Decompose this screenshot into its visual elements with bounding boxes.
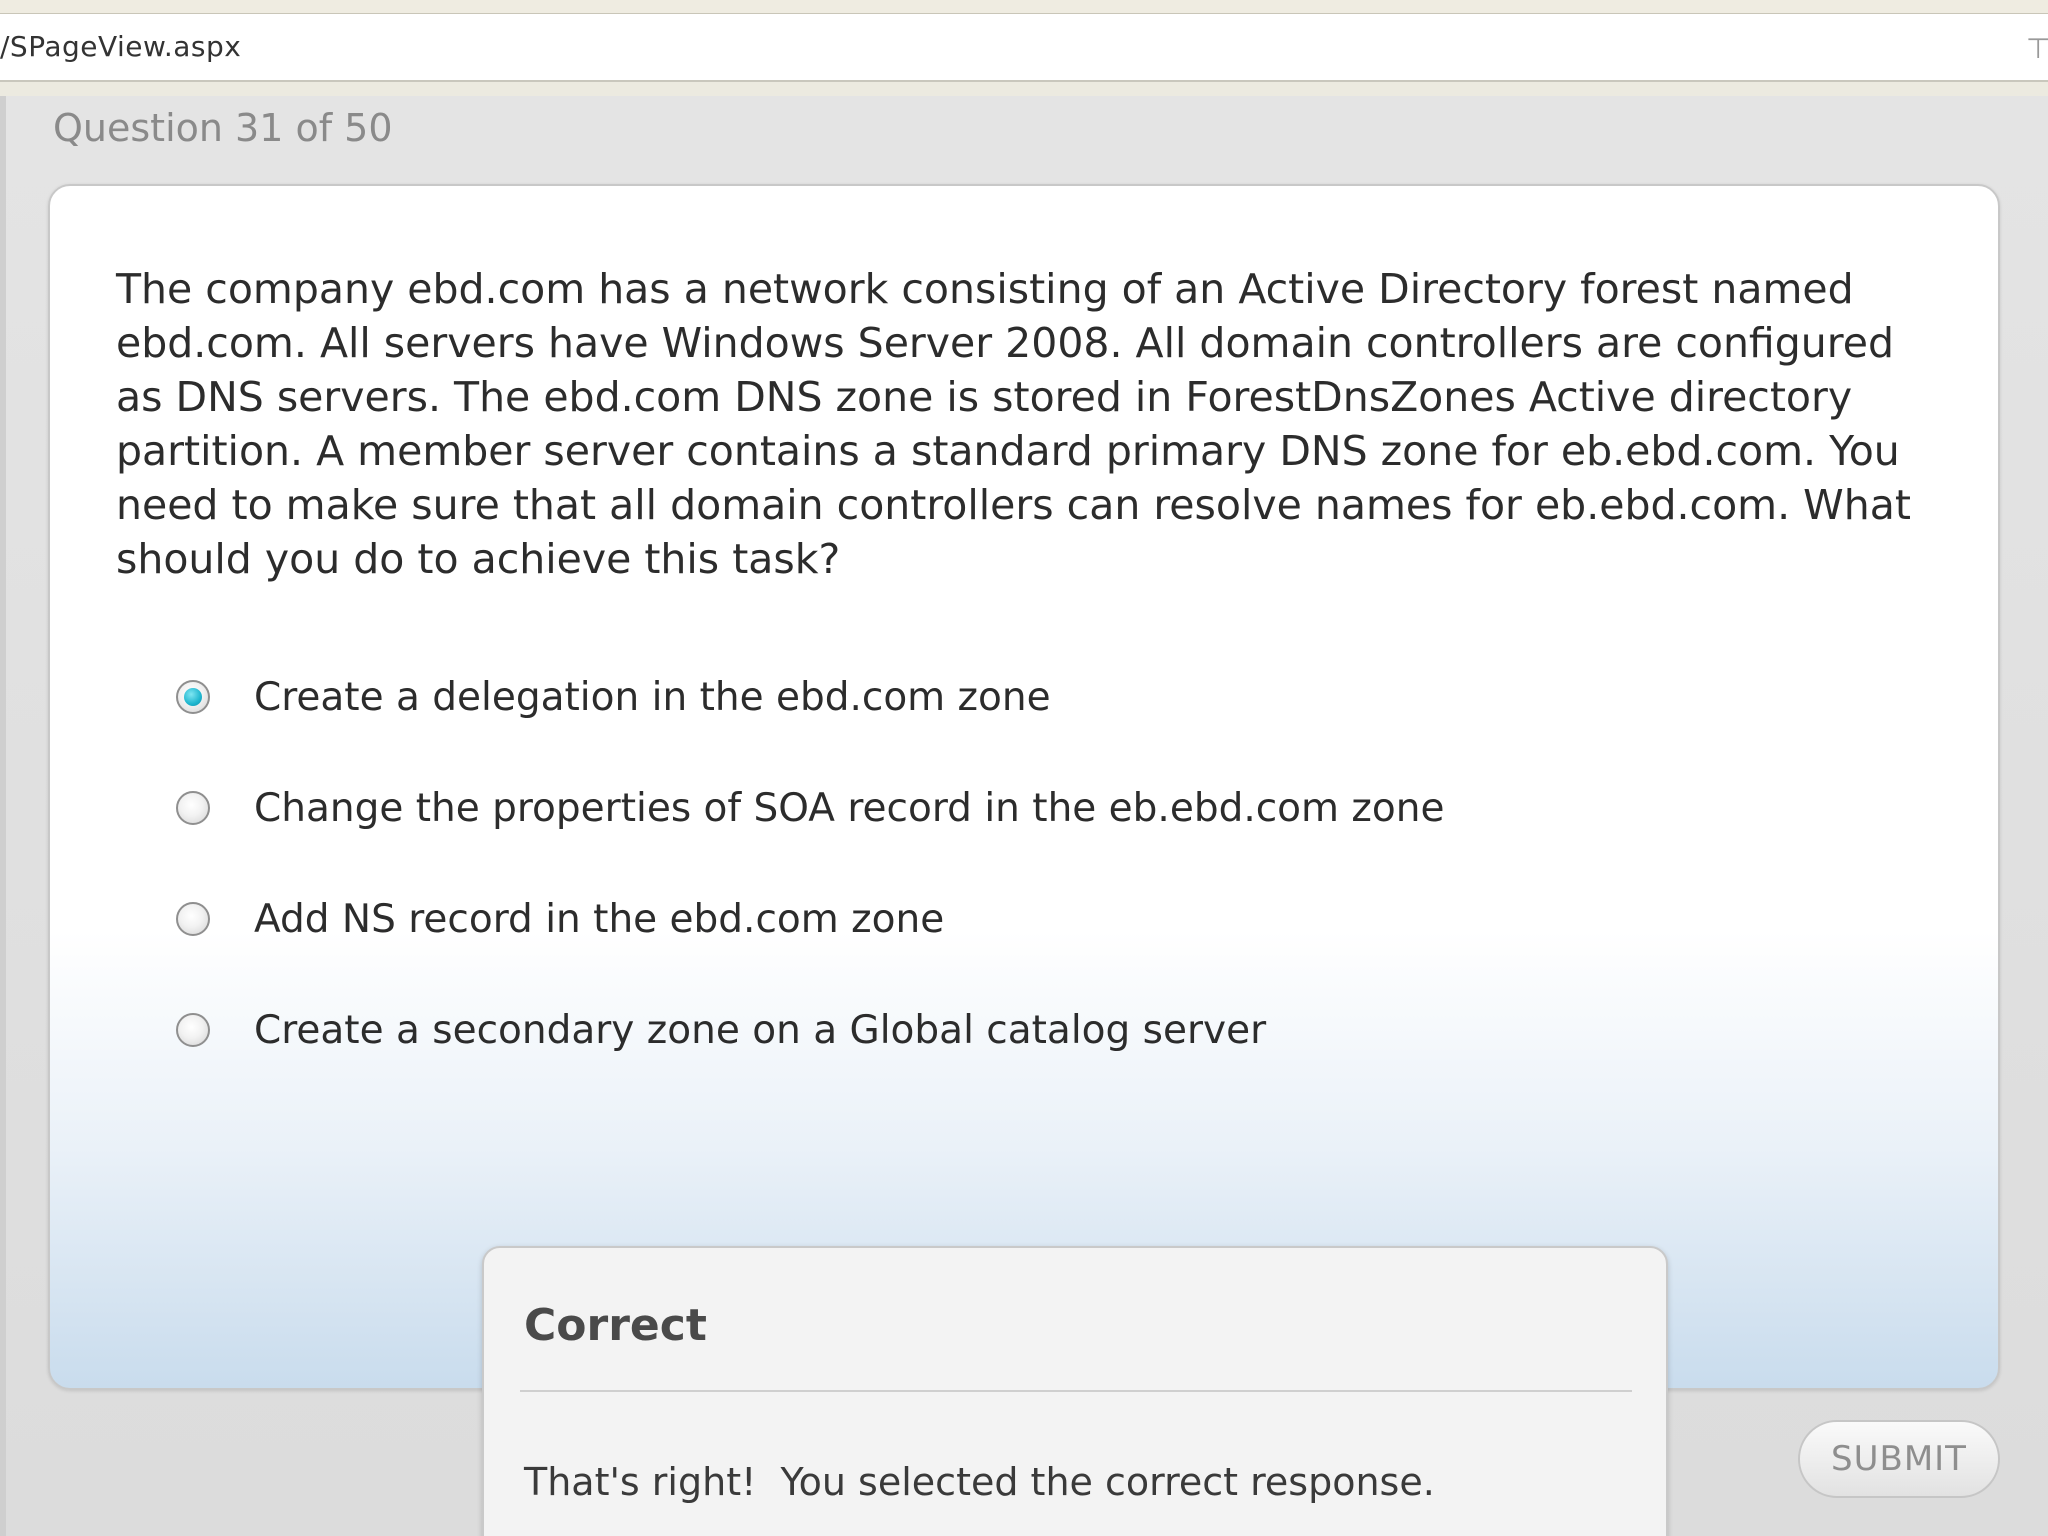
submit-button[interactable]: SUBMIT [1798, 1420, 2000, 1498]
browser-chrome-strip [0, 0, 2048, 14]
address-url[interactable]: /SPageView.aspx [0, 30, 241, 63]
feedback-popup: Correct That's right! You selected the c… [482, 1246, 1668, 1536]
option-label: Add NS record in the ebd.com zone [254, 896, 945, 942]
radio-button[interactable] [176, 791, 210, 825]
option-3[interactable]: Add NS record in the ebd.com zone [176, 889, 944, 949]
option-label: Create a delegation in the ebd.com zone [254, 674, 1051, 720]
radio-button-selected[interactable] [176, 680, 210, 714]
feedback-message: That's right! You selected the correct r… [524, 1460, 1435, 1504]
option-2[interactable]: Change the properties of SOA record in t… [176, 778, 1444, 838]
feedback-divider [520, 1390, 1632, 1392]
radio-button[interactable] [176, 902, 210, 936]
quiz-page: /SPageView.aspx ⊤ Question 31 of 50 The … [0, 0, 2048, 1536]
question-counter: Question 31 of 50 [53, 106, 393, 150]
frame-edge [0, 96, 6, 1536]
feedback-title: Correct [524, 1300, 707, 1351]
address-bar[interactable]: /SPageView.aspx ⊤ [0, 14, 2048, 82]
question-text: The company ebd.com has a network consis… [116, 265, 1911, 583]
option-label: Create a secondary zone on a Global cata… [254, 1007, 1267, 1053]
option-label: Change the properties of SOA record in t… [254, 785, 1445, 831]
option-4[interactable]: Create a secondary zone on a Global cata… [176, 1000, 1266, 1060]
option-1[interactable]: Create a delegation in the ebd.com zone [176, 667, 1051, 727]
funnel-icon[interactable]: ⊤ [2026, 34, 2048, 64]
radio-button[interactable] [176, 1013, 210, 1047]
